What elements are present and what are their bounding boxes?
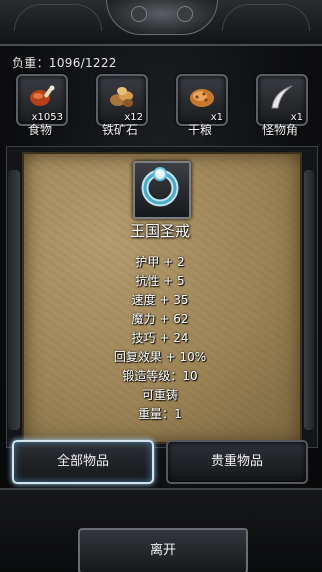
tab-all-items[interactable]: 全部物品	[12, 440, 154, 484]
stat-speed: 速度 + 35	[131, 293, 189, 307]
item-name: 王国圣戒	[129, 222, 190, 240]
item-icon-frame	[133, 161, 191, 219]
side-scroll-right	[304, 170, 314, 430]
stat-forge-level: 锻造等级：10	[122, 369, 198, 383]
side-scroll-left	[8, 170, 20, 430]
slot-label-dried-food: 干粮	[187, 123, 212, 137]
carry-weight: 负重：1096/1222	[12, 56, 117, 70]
slot-iron-ore[interactable]: x12	[96, 74, 148, 126]
slot-dried-food[interactable]: x1	[176, 74, 228, 126]
top-ornament	[0, 0, 322, 46]
stat-magic: 魔力 + 62	[131, 312, 189, 326]
slot-monster-horn[interactable]: x1	[256, 74, 308, 126]
stat-recovery: 回复效果 + 10%	[113, 350, 207, 364]
stat-weight: 重量：1	[138, 407, 182, 421]
tab-valuable-items[interactable]: 贵重物品	[166, 440, 308, 484]
slot-label-monster-horn: 怪物角	[261, 123, 298, 137]
leave-button[interactable]: 离开	[78, 528, 248, 572]
iron-ore-icon	[110, 87, 133, 107]
slot-label-iron-ore: 铁矿石	[101, 123, 138, 137]
slot-label-food: 食物	[27, 123, 52, 137]
stat-reforgeable: 可重铸	[141, 388, 178, 402]
ornament-arch-left	[14, 4, 102, 31]
stat-armor: 护甲 + 2	[135, 255, 185, 269]
stat-skill: 技巧 + 24	[131, 331, 189, 345]
ring-icon	[141, 167, 179, 207]
meat-icon	[30, 85, 55, 106]
skull-crest-icon	[106, 0, 218, 35]
monster-horn-icon	[271, 85, 293, 109]
dried-food-icon	[190, 89, 214, 107]
inventory-screen: 负重：1096/1222 x1053 食物 x12 铁矿石 x1 干粮 x1 怪…	[0, 0, 322, 572]
ornament-arch-right	[222, 4, 310, 31]
slot-food[interactable]: x1053	[16, 74, 68, 126]
stat-resistance: 抗性 + 5	[135, 274, 185, 288]
